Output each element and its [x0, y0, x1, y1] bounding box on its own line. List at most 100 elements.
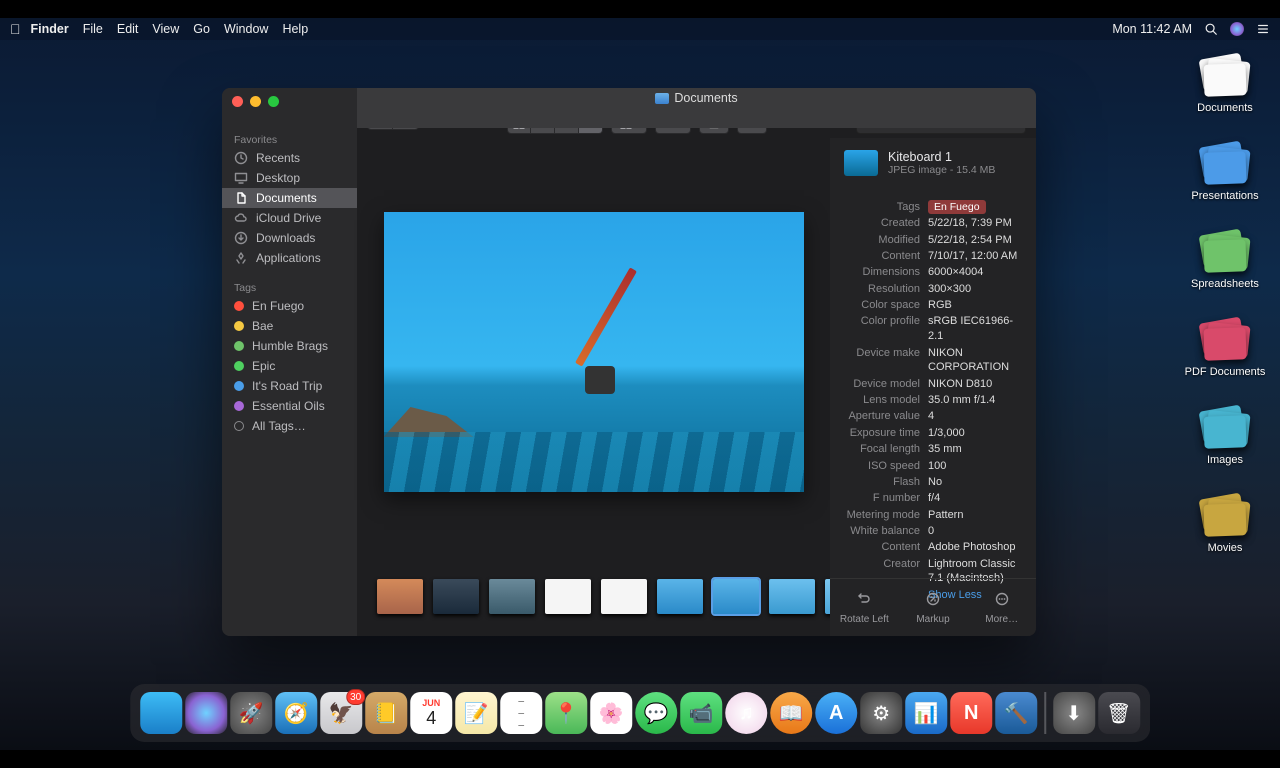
dock-siri[interactable]: [185, 692, 227, 734]
desktop-stack-images[interactable]: Images: [1180, 408, 1270, 466]
apple-menu-icon[interactable]: : [10, 21, 21, 37]
dock-system-preferences[interactable]: ⚙︎: [860, 692, 902, 734]
quick-action-markup[interactable]: Markup: [899, 579, 968, 636]
info-thumbnail: [844, 150, 878, 176]
thumbnail-item[interactable]: [489, 579, 535, 614]
thumbnail-item[interactable]: [657, 579, 703, 614]
spotlight-icon[interactable]: [1204, 22, 1218, 36]
thumbnail-item[interactable]: [601, 579, 647, 614]
info-file-name: Kiteboard 1: [888, 150, 995, 164]
dock-notes[interactable]: 📝: [455, 692, 497, 734]
sidebar-item-icloud-drive[interactable]: iCloud Drive: [222, 208, 357, 228]
more-icon: [994, 591, 1010, 610]
finder-sidebar: Favorites RecentsDesktopDocumentsiCloud …: [222, 88, 357, 636]
sidebar-tag-bae[interactable]: Bae: [222, 316, 357, 336]
app-icon: [234, 251, 248, 265]
dock-downloads[interactable]: ⬇︎: [1053, 692, 1095, 734]
quick-action-more[interactable]: More…: [967, 579, 1036, 636]
sidebar-item-downloads[interactable]: Downloads: [222, 228, 357, 248]
download-icon: [234, 231, 248, 245]
metadata-row: Focal length35 mm: [844, 442, 1022, 457]
thumbnail-item[interactable]: [713, 579, 759, 614]
menubar:  Finder File Edit View Go Window Help Mon 11…: [0, 18, 1280, 40]
maximize-button[interactable]: [268, 96, 279, 107]
sidebar-item-applications[interactable]: Applications: [222, 248, 357, 268]
dock-photos[interactable]: 🌸: [590, 692, 632, 734]
dock-xcode[interactable]: 🔨: [995, 692, 1037, 734]
sidebar-item-documents[interactable]: Documents: [222, 188, 357, 208]
metadata-row: Metering modePattern: [844, 508, 1022, 523]
thumbnail-item[interactable]: [545, 579, 591, 614]
dock-messages[interactable]: 💬: [635, 692, 677, 734]
info-pane: Kiteboard 1 JPEG image - 15.4 MB Tags En…: [830, 138, 1036, 636]
desktop-stack-movies[interactable]: Movies: [1180, 496, 1270, 554]
metadata-row: Modified5/22/18, 2:54 PM: [844, 233, 1022, 248]
thumbnail-item[interactable]: [433, 579, 479, 614]
dock-facetime[interactable]: 📹: [680, 692, 722, 734]
metadata-row: ISO speed100: [844, 459, 1022, 474]
sidebar-item-recents[interactable]: Recents: [222, 148, 357, 168]
tag-dot-icon: [234, 361, 244, 371]
desktop-stack-documents[interactable]: Documents: [1180, 56, 1270, 114]
thumbnail-strip: [357, 566, 830, 636]
sidebar-favorites-header: Favorites: [222, 128, 357, 148]
cloud-icon: [234, 211, 248, 225]
desktop-stack-presentations[interactable]: Presentations: [1180, 144, 1270, 202]
menu-edit[interactable]: Edit: [117, 22, 139, 36]
desktop-stack-pdf-documents[interactable]: PDF Documents: [1180, 320, 1270, 378]
dock-keynote[interactable]: 📊: [905, 692, 947, 734]
tag-dot-icon: [234, 321, 244, 331]
thumbnail-item[interactable]: [377, 579, 423, 614]
dock-reminders[interactable]: ───: [500, 692, 542, 734]
menu-go[interactable]: Go: [193, 22, 210, 36]
finder-window: Favorites RecentsDesktopDocumentsiCloud …: [222, 88, 1036, 636]
gallery-content: [357, 138, 830, 636]
dock-finder[interactable]: [140, 692, 182, 734]
sidebar-tags-header: Tags: [222, 276, 357, 296]
metadata-row: ContentAdobe Photoshop: [844, 540, 1022, 555]
sidebar-tag-humble-brags[interactable]: Humble Brags: [222, 336, 357, 356]
dock-calendar[interactable]: JUN4: [410, 692, 452, 734]
tag-all-icon: [234, 421, 244, 431]
dock-safari[interactable]: 🧭: [275, 692, 317, 734]
dock-launchpad[interactable]: 🚀: [230, 692, 272, 734]
sidebar-tag-en-fuego[interactable]: En Fuego: [222, 296, 357, 316]
sidebar-tag-all-tags-[interactable]: All Tags…: [222, 416, 357, 436]
siri-icon[interactable]: [1230, 22, 1244, 36]
quick-action-rotate-left[interactable]: Rotate Left: [830, 579, 899, 636]
desktop-stack-spreadsheets[interactable]: Spreadsheets: [1180, 232, 1270, 290]
rotate-left-icon: [856, 591, 872, 610]
menu-file[interactable]: File: [83, 22, 103, 36]
metadata-row: Aperture value4: [844, 409, 1022, 424]
sidebar-tag-epic[interactable]: Epic: [222, 356, 357, 376]
sidebar-tag-it-s-road-trip[interactable]: It's Road Trip: [222, 376, 357, 396]
dock-maps[interactable]: 📍: [545, 692, 587, 734]
sidebar-tag-essential-oils[interactable]: Essential Oils: [222, 396, 357, 416]
preview-stage: [357, 138, 830, 566]
minimize-button[interactable]: [250, 96, 261, 107]
thumbnail-item[interactable]: [769, 579, 815, 614]
dock-contacts[interactable]: 📒: [365, 692, 407, 734]
metadata-row: F numberf/4: [844, 491, 1022, 506]
menu-view[interactable]: View: [152, 22, 179, 36]
traffic-lights: [232, 96, 279, 107]
menubar-clock[interactable]: Mon 11:42 AM: [1112, 22, 1192, 36]
menu-window[interactable]: Window: [224, 22, 268, 36]
menubar-app-name[interactable]: Finder: [31, 22, 69, 36]
dock-separator: [1044, 692, 1046, 734]
dock-ibooks[interactable]: 📖: [770, 692, 812, 734]
dock-news[interactable]: N: [950, 692, 992, 734]
metadata-row: Device modelNIKON D810: [844, 377, 1022, 392]
notification-center-icon[interactable]: [1256, 22, 1270, 36]
dock-trash[interactable]: 🗑: [1098, 692, 1140, 734]
dock-itunes[interactable]: ♫: [725, 692, 767, 734]
menu-help[interactable]: Help: [282, 22, 308, 36]
window-title: Documents: [357, 91, 1036, 105]
info-tag-pill[interactable]: En Fuego: [928, 200, 986, 214]
close-button[interactable]: [232, 96, 243, 107]
metadata-row: FlashNo: [844, 475, 1022, 490]
sidebar-item-desktop[interactable]: Desktop: [222, 168, 357, 188]
preview-image[interactable]: [384, 212, 804, 492]
dock-mail[interactable]: 🦅30: [320, 692, 362, 734]
dock-appstore[interactable]: A: [815, 692, 857, 734]
